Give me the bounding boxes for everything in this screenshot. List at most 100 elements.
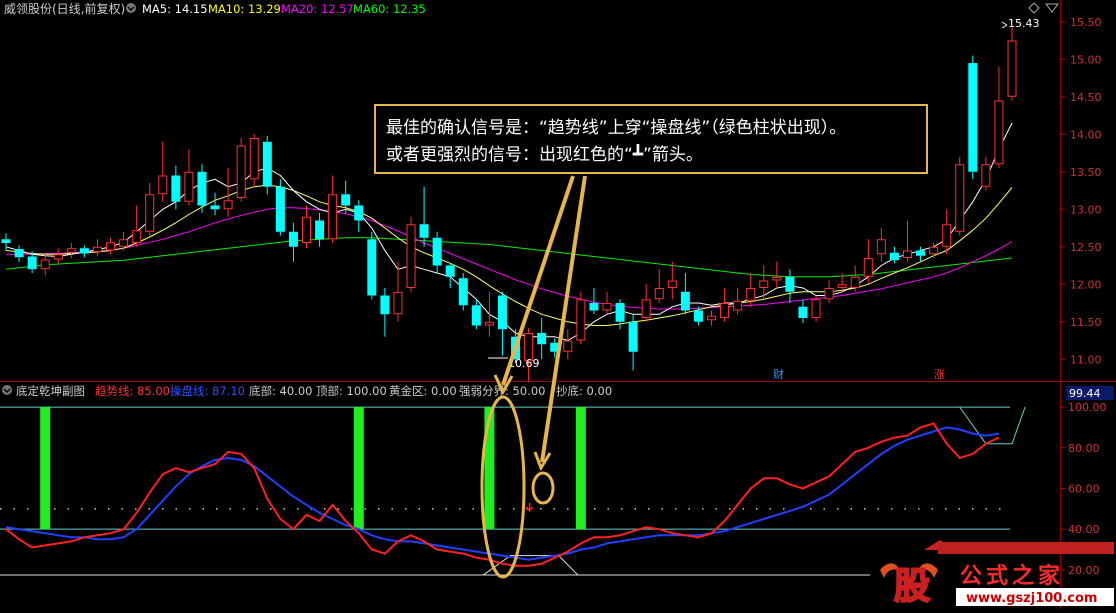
candle[interactable] — [262, 135, 272, 195]
candle[interactable] — [524, 327, 534, 383]
candle[interactable] — [275, 179, 285, 236]
candle[interactable] — [1007, 27, 1017, 101]
candle[interactable] — [367, 231, 377, 300]
candle[interactable] — [471, 299, 481, 330]
candle[interactable] — [380, 288, 390, 337]
candle[interactable] — [171, 165, 181, 210]
collapse-sub-icon[interactable] — [2, 385, 12, 395]
candle[interactable] — [158, 141, 168, 202]
candle-body — [223, 200, 233, 210]
price-tick-label: 12.50 — [1070, 241, 1102, 254]
candle[interactable] — [249, 134, 259, 187]
candle[interactable] — [994, 66, 1004, 168]
candle[interactable] — [106, 237, 116, 255]
candle[interactable] — [785, 269, 795, 303]
candle[interactable] — [79, 245, 89, 258]
candle[interactable] — [667, 261, 677, 300]
candle[interactable] — [484, 291, 494, 337]
chart-canvas[interactable]: 15.50 15.00 14.50 14.00 13.50 13.00 12.50 12.00… — [0, 0, 1116, 609]
candle-body — [968, 63, 978, 172]
candle[interactable] — [654, 269, 664, 303]
candle[interactable] — [876, 228, 886, 262]
candle-body — [942, 224, 952, 247]
candle[interactable] — [132, 205, 142, 247]
candle[interactable] — [419, 186, 429, 247]
candle[interactable] — [497, 291, 507, 356]
candle[interactable] — [576, 291, 586, 345]
candle[interactable] — [223, 168, 233, 217]
price-tick-label: 14.50 — [1070, 91, 1102, 104]
signal-bar — [575, 407, 586, 530]
candle[interactable] — [680, 273, 690, 315]
candle[interactable] — [328, 175, 338, 244]
candle[interactable] — [563, 329, 573, 360]
logo-top-stripe — [938, 542, 1114, 554]
candle-body — [1007, 40, 1017, 97]
candle[interactable] — [210, 192, 220, 216]
candle[interactable] — [955, 156, 965, 236]
ma10-line — [5, 184, 1013, 326]
collapse-main-icon[interactable] — [126, 3, 136, 13]
candle[interactable] — [902, 220, 912, 262]
candle-body — [615, 303, 625, 322]
candle[interactable] — [445, 263, 455, 288]
price-tick-label: 15.00 — [1070, 53, 1102, 66]
finance-marker[interactable]: 财 — [773, 367, 784, 381]
candle[interactable] — [942, 209, 952, 255]
candle-body — [380, 295, 390, 315]
candle[interactable] — [66, 243, 76, 258]
candle-body — [981, 164, 991, 187]
candle[interactable] — [733, 288, 743, 315]
candle-body — [955, 164, 965, 232]
triangle-down-icon[interactable] — [1045, 3, 1059, 13]
candle[interactable] — [889, 246, 899, 264]
candle[interactable] — [406, 216, 416, 292]
operate-line — [5, 426, 1000, 561]
candle[interactable] — [628, 314, 638, 371]
candle[interactable] — [863, 239, 873, 285]
candle[interactable] — [850, 265, 860, 292]
candlestick-series[interactable] — [1, 27, 1017, 383]
candle-body — [733, 300, 743, 311]
candle-body — [197, 171, 207, 206]
diamond-icon[interactable] — [1028, 2, 1040, 14]
candle[interactable] — [40, 254, 50, 276]
candle[interactable] — [602, 291, 612, 315]
candle[interactable] — [341, 180, 351, 213]
candle[interactable] — [92, 239, 102, 256]
candle[interactable] — [14, 245, 24, 262]
candle[interactable] — [53, 248, 63, 264]
candle-body — [889, 252, 899, 261]
candle[interactable] — [537, 318, 547, 360]
sub-tick-label: 60.00 — [1068, 482, 1100, 495]
candle[interactable] — [968, 55, 978, 180]
candle[interactable] — [798, 299, 808, 324]
candle[interactable] — [707, 310, 717, 326]
candle[interactable] — [288, 222, 298, 262]
candle[interactable] — [981, 156, 991, 191]
candle[interactable] — [772, 261, 782, 288]
candle[interactable] — [184, 149, 194, 206]
callout-line-1: 最佳的确认信号是：“趋势线”上穿“操盘线”（绿色柱状出现）。 — [386, 118, 847, 138]
candle[interactable] — [641, 284, 651, 322]
candle-body — [406, 224, 416, 288]
limit-up-marker[interactable]: 涨 — [934, 368, 945, 381]
candle[interactable] — [824, 280, 834, 304]
candle[interactable] — [145, 183, 155, 236]
candle[interactable] — [432, 231, 442, 273]
candle-body — [876, 239, 886, 255]
candle[interactable] — [916, 246, 926, 262]
high-arrow-icon — [1001, 21, 1008, 29]
candle[interactable] — [354, 200, 364, 232]
candle-body — [994, 100, 1004, 165]
candle[interactable] — [458, 273, 468, 311]
candle[interactable] — [236, 138, 246, 202]
candle-body — [14, 249, 24, 258]
candle[interactable] — [393, 261, 403, 322]
candle-body — [785, 276, 795, 292]
logo-title: 公式之家 — [960, 563, 1064, 589]
candle[interactable] — [811, 295, 821, 322]
candle[interactable] — [301, 205, 311, 249]
candle[interactable] — [720, 288, 730, 322]
candle[interactable] — [315, 213, 325, 247]
